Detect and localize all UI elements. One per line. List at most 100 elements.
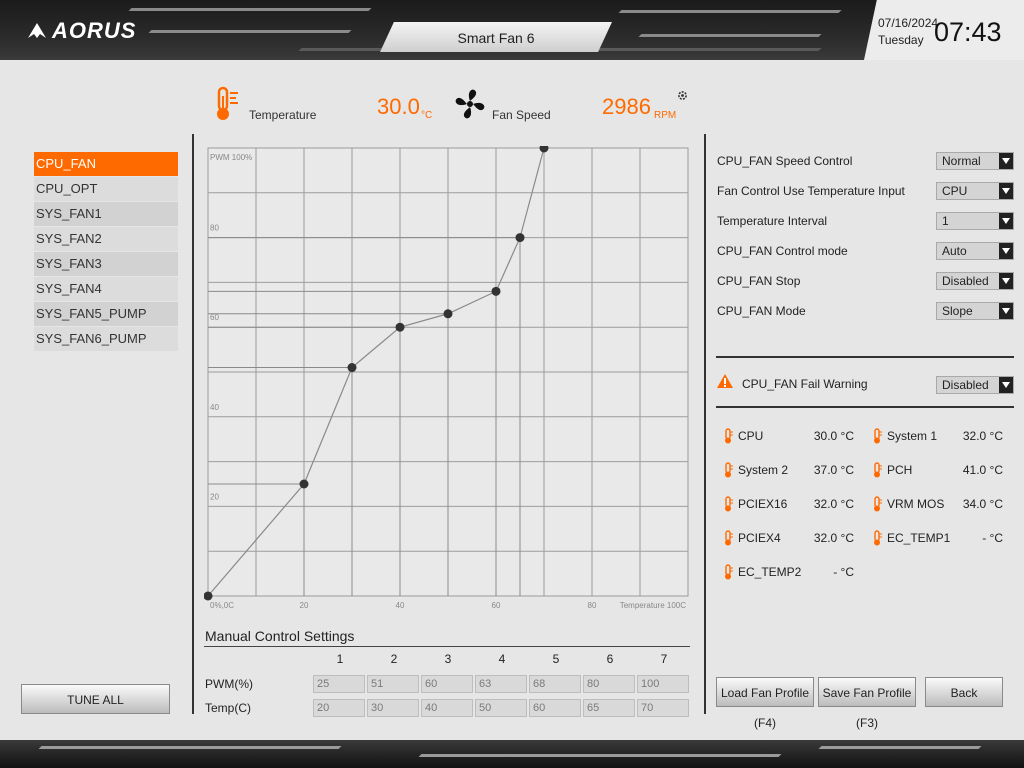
sensor-value: 32.0 °C [962,429,1003,443]
pwm-cell[interactable]: 25 [313,675,365,693]
fan-item-sys-fan2[interactable]: SYS_FAN2 [34,227,178,252]
temp-cell[interactable]: 70 [637,699,689,717]
setting-label: Temperature Interval [717,214,828,228]
chart-y-tick-label: 20 [210,492,219,501]
chevron-down-icon [999,303,1013,319]
temp-cell[interactable]: 40 [421,699,473,717]
temp-cell[interactable]: 60 [529,699,581,717]
right-divider [704,134,706,714]
clock: 07:43 [934,17,1002,47]
thermometer-icon [725,496,733,512]
sensor-name: System 1 [887,429,938,443]
pwm-cell[interactable]: 63 [475,675,527,693]
fan-curve-point[interactable] [515,233,525,243]
sensor-name: PCH [887,463,913,477]
chart-y-axis-label: PWM 100% [210,153,252,162]
manual-column-header: 5 [552,652,560,666]
fan-curve-point[interactable] [299,479,309,489]
manual-settings-title: Manual Control Settings [205,628,355,644]
setting-dropdown[interactable]: CPU [936,182,1014,200]
fan-icon [455,89,485,119]
pwm-cell[interactable]: 60 [421,675,473,693]
settings-divider [716,356,1014,358]
setting-label: CPU_FAN Mode [717,304,806,318]
day-label: Tuesday [878,33,924,47]
chevron-down-icon [999,183,1013,199]
temperature-unit: °C [421,110,433,121]
sensor-name: System 2 [738,463,789,477]
fan-item-sys-fan4[interactable]: SYS_FAN4 [34,277,178,302]
setting-value: Auto [942,244,967,258]
setting-dropdown[interactable]: Normal [936,152,1014,170]
fan-curve-point[interactable] [443,309,453,319]
setting-label: CPU_FAN Stop [717,274,801,288]
fan-item-sys-fan6-pump[interactable]: SYS_FAN6_PUMP [34,327,178,352]
back-button[interactable]: Back [925,677,1003,707]
sensor-name: CPU [738,429,764,443]
chevron-down-icon [999,213,1013,229]
temperature-label: Temperature [249,108,317,122]
setting-value: CPU [942,184,968,198]
manual-column-header: 3 [444,652,452,666]
pwm-cell[interactable]: 51 [367,675,419,693]
chart-x-tick-label: 80 [588,601,597,610]
chevron-down-icon [999,273,1013,289]
gear-icon[interactable] [677,90,688,101]
date-label: 07/16/2024 [878,16,939,30]
setting-dropdown[interactable]: Slope [936,302,1014,320]
fan-curve-point[interactable] [395,322,405,332]
thermometer-icon [725,564,733,580]
sensor-value: 32.0 °C [813,497,854,511]
temp-row-label: Temp(C) [205,701,252,715]
setting-dropdown[interactable]: Disabled [936,272,1014,290]
decor-streak [618,10,842,13]
chart-origin-label: 0%,0C [210,601,234,610]
temp-cell[interactable]: 50 [475,699,527,717]
pwm-cell[interactable]: 100 [637,675,689,693]
thermometer-icon [874,530,882,546]
pwm-cell[interactable]: 80 [583,675,635,693]
thermometer-icon [725,462,733,478]
fan-curve-point[interactable] [347,363,357,373]
pwm-row-label: PWM(%) [205,677,253,691]
sensor-value: 37.0 °C [813,463,854,477]
fan-curve-point[interactable] [491,286,501,296]
temp-cell[interactable]: 65 [583,699,635,717]
brand-name: AORUS [52,18,137,43]
temp-cell[interactable]: 20 [313,699,365,717]
decor-streak [418,754,782,757]
decor-streak [818,746,982,749]
pwm-cell[interactable]: 68 [529,675,581,693]
fan-item-cpu-opt[interactable]: CPU_OPT [34,177,178,202]
setting-dropdown[interactable]: Auto [936,242,1014,260]
fail-warning-dropdown[interactable]: Disabled [936,376,1014,394]
decor-streak [38,746,342,749]
fail-warning-label: CPU_FAN Fail Warning [742,377,868,391]
setting-value: 1 [942,214,949,228]
fan-item-cpu-fan[interactable]: CPU_FAN [34,152,178,177]
fan-item-sys-fan3[interactable]: SYS_FAN3 [34,252,178,277]
fan-item-sys-fan5-pump[interactable]: SYS_FAN5_PUMP [34,302,178,327]
load-fan-profile-button[interactable]: Load Fan Profile (F4) [716,677,814,730]
thermometer-icon [725,428,733,444]
chart-x-tick-label: 20 [300,601,309,610]
chart-y-tick-label: 80 [210,224,219,233]
thermometer-icon [874,496,882,512]
temperature-value: 30.0 [377,94,420,119]
warning-divider [716,406,1014,408]
decor-streak [638,34,822,37]
setting-dropdown[interactable]: 1 [936,212,1014,230]
manual-column-header: 4 [498,652,506,666]
sensor-value: 32.0 °C [813,531,854,545]
temp-cell[interactable]: 30 [367,699,419,717]
fan-item-sys-fan1[interactable]: SYS_FAN1 [34,202,178,227]
setting-label: Fan Control Use Temperature Input [717,184,905,198]
sensor-value: - °C [833,565,854,579]
manual-column-header: 1 [336,652,344,666]
tune-all-button[interactable]: TUNE ALL [21,684,170,714]
save-fan-profile-button[interactable]: Save Fan Profile (F3) [818,677,916,730]
sensor-value: 34.0 °C [962,497,1003,511]
chart-y-tick-label: 60 [210,313,219,322]
aorus-eagle-icon [28,23,46,38]
fan-curve-chart[interactable]: 20 40 60 80 20 40 60 80 PWM 100% Temperature 100C… [204,146,692,616]
